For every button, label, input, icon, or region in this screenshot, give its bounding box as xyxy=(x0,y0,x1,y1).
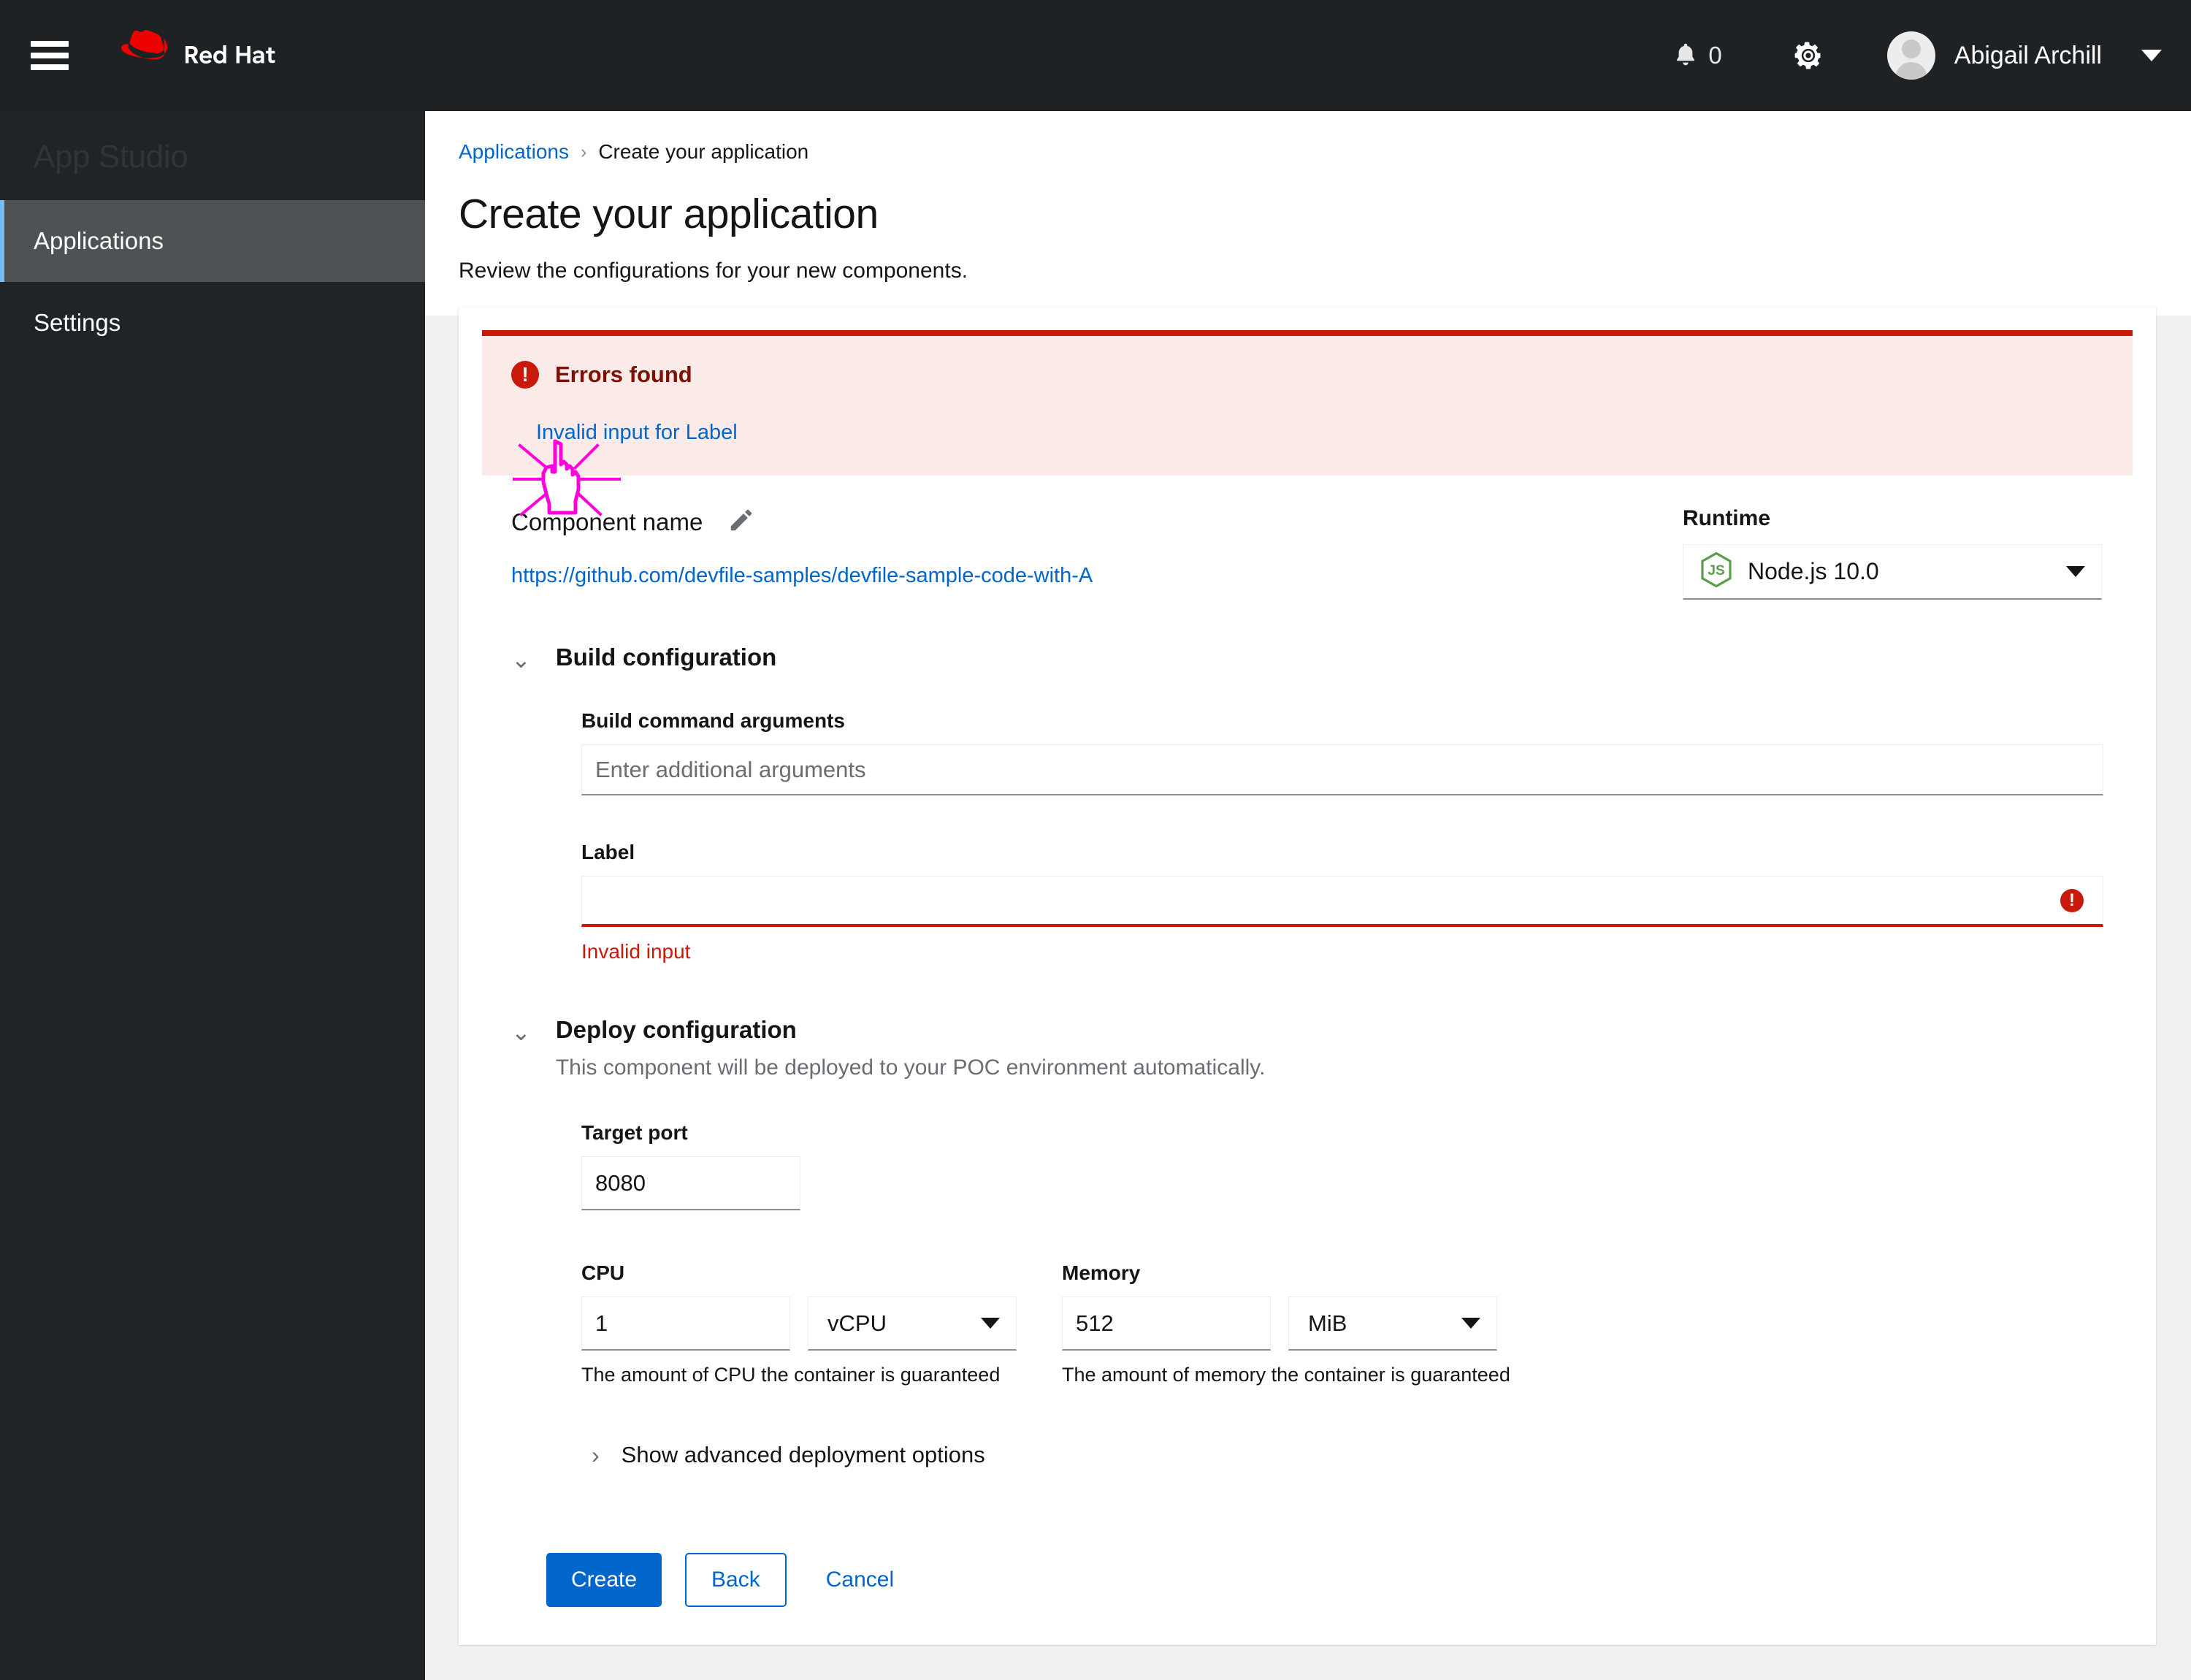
exclamation-circle-icon: ! xyxy=(511,361,539,389)
memory-group: Memory 512 MiB The amount of memory the … xyxy=(1062,1261,1510,1386)
memory-value-input[interactable]: 512 xyxy=(1062,1297,1271,1351)
component-summary-row: Component name https://github.com/devfil… xyxy=(511,506,2103,600)
sidebar-item-applications[interactable]: Applications xyxy=(0,200,425,282)
settings-button[interactable] xyxy=(1792,39,1824,72)
hamburger-bar xyxy=(31,64,69,70)
breadcrumb-link-applications[interactable]: Applications xyxy=(459,140,569,164)
page-header: Applications › Create your application C… xyxy=(425,111,2191,316)
form-card: ! Errors found Invalid input for Label C… xyxy=(459,307,2156,1645)
alert-error-link[interactable]: Invalid input for Label xyxy=(536,421,738,445)
cpu-unit-value: vCPU xyxy=(827,1310,887,1336)
cpu-help-text: The amount of CPU the container is guara… xyxy=(581,1364,1001,1386)
build-configuration-header[interactable]: ⌄ Build configuration xyxy=(511,644,2103,671)
chevron-down-icon[interactable] xyxy=(2066,566,2085,577)
memory-unit-select[interactable]: MiB xyxy=(1288,1297,1497,1351)
masthead: 0 Abigail Archill xyxy=(0,0,2191,111)
form-body: Component name https://github.com/devfil… xyxy=(459,506,2156,1607)
memory-value: 512 xyxy=(1076,1310,1114,1336)
gear-icon xyxy=(1794,42,1821,69)
runtime-value: Node.js 10.0 xyxy=(1748,558,1879,584)
page-title: Create your application xyxy=(459,191,879,237)
build-args-placeholder: Enter additional arguments xyxy=(595,756,866,782)
sidebar-item-settings[interactable]: Settings xyxy=(0,282,425,364)
target-port-field: Target port 8080 xyxy=(581,1121,2103,1210)
username-label: Abigail Archill xyxy=(1954,41,2102,69)
label-field: Label ! Invalid input xyxy=(581,841,2103,963)
memory-label: Memory xyxy=(1062,1261,1141,1284)
notification-badge[interactable]: 0 xyxy=(1673,42,1722,69)
cpu-value-input[interactable]: 1 xyxy=(581,1297,790,1351)
chevron-down-icon[interactable] xyxy=(2141,50,2162,61)
nodejs-icon: JS xyxy=(1699,551,1733,592)
content-area: Applications › Create your application C… xyxy=(425,111,2191,1680)
memory-controls: 512 MiB xyxy=(1062,1297,1510,1351)
sidebar-title: App Studio xyxy=(34,139,188,175)
build-args-label: Build command arguments xyxy=(581,709,845,732)
form-actions: Create Back Cancel xyxy=(511,1553,2103,1607)
alert-title: Errors found xyxy=(555,362,692,387)
resources-row: CPU 1 vCPU The amount of CPU the contain… xyxy=(581,1261,2103,1386)
chevron-down-icon[interactable] xyxy=(981,1318,1000,1329)
label-field-label: Label xyxy=(581,841,635,863)
page-subtitle: Review the configurations for your new c… xyxy=(459,259,968,283)
target-port-value: 8080 xyxy=(595,1169,646,1196)
bell-icon xyxy=(1677,43,1695,66)
deploy-configuration-title: Deploy configuration xyxy=(555,1016,797,1043)
redhat-logo[interactable] xyxy=(121,30,304,81)
back-button[interactable]: Back xyxy=(685,1553,787,1607)
exclamation-circle-icon: ! xyxy=(2060,888,2084,912)
chevron-down-icon[interactable] xyxy=(1461,1318,1480,1329)
sidebar: App Studio Applications Settings xyxy=(0,111,425,1680)
deploy-configuration-section: ⌄ Deploy configuration This component wi… xyxy=(511,1016,2103,1468)
cpu-value: 1 xyxy=(595,1310,608,1336)
sidebar-item-label: Applications xyxy=(34,227,164,254)
chevron-down-icon[interactable]: ⌄ xyxy=(511,1020,531,1044)
chevron-down-icon[interactable]: ⌄ xyxy=(511,648,531,671)
target-port-input[interactable]: 8080 xyxy=(581,1156,800,1210)
breadcrumb: Applications › Create your application xyxy=(459,140,2191,164)
svg-text:JS: JS xyxy=(1708,563,1724,579)
advanced-options-label: Show advanced deployment options xyxy=(621,1442,985,1467)
masthead-toolbar: 0 Abigail Archill xyxy=(1673,0,2162,111)
build-configuration-section: ⌄ Build configuration Build command argu… xyxy=(511,644,2103,963)
app-root: 0 Abigail Archill App Studio Application… xyxy=(0,0,2191,1680)
cpu-label: CPU xyxy=(581,1261,625,1284)
runtime-select[interactable]: JS Node.js 10.0 xyxy=(1683,544,2102,600)
component-name-label: Component name xyxy=(511,508,703,535)
alert-header: ! Errors found xyxy=(511,361,2103,389)
breadcrumb-current: Create your application xyxy=(598,140,809,163)
advanced-options-toggle[interactable]: › Show advanced deployment options xyxy=(592,1442,2103,1468)
component-name-line: Component name xyxy=(511,506,1093,538)
runtime-field: Runtime JS Node.js 10.0 xyxy=(1683,506,2102,600)
hamburger-menu-icon[interactable] xyxy=(31,41,69,70)
build-configuration-title: Build configuration xyxy=(555,644,777,671)
cpu-controls: 1 vCPU xyxy=(581,1297,1017,1351)
avatar xyxy=(1886,31,1935,80)
breadcrumb-separator-icon: › xyxy=(580,141,587,162)
target-port-label: Target port xyxy=(581,1121,688,1144)
hamburger-bar xyxy=(31,53,69,58)
label-field-error: Invalid input xyxy=(581,940,691,963)
sidebar-item-label: Settings xyxy=(34,309,121,336)
notification-count: 0 xyxy=(1708,42,1722,69)
component-info: Component name https://github.com/devfil… xyxy=(511,506,1093,588)
build-args-input[interactable]: Enter additional arguments xyxy=(581,744,2103,795)
build-args-field: Build command arguments Enter additional… xyxy=(581,709,2103,795)
cpu-group: CPU 1 vCPU The amount of CPU the contain… xyxy=(581,1261,1017,1386)
pencil-icon[interactable] xyxy=(727,506,755,538)
deploy-configuration-description: This component will be deployed to your … xyxy=(555,1055,1266,1080)
deploy-configuration-header[interactable]: ⌄ Deploy configuration This component wi… xyxy=(511,1016,2103,1080)
cpu-unit-select[interactable]: vCPU xyxy=(808,1297,1017,1351)
label-field-input[interactable]: ! xyxy=(581,876,2103,927)
errors-alert: ! Errors found Invalid input for Label xyxy=(482,330,2133,476)
cancel-button[interactable]: Cancel xyxy=(811,1553,909,1607)
memory-help-text: The amount of memory the container is gu… xyxy=(1062,1364,1510,1386)
runtime-label: Runtime xyxy=(1683,506,1770,530)
create-button[interactable]: Create xyxy=(546,1553,662,1607)
user-menu[interactable]: Abigail Archill xyxy=(1886,31,2162,80)
chevron-right-icon: › xyxy=(592,1442,600,1468)
memory-unit-value: MiB xyxy=(1308,1310,1347,1336)
repository-url-link[interactable]: https://github.com/devfile-samples/devfi… xyxy=(511,564,1093,588)
hamburger-bar xyxy=(31,41,69,47)
